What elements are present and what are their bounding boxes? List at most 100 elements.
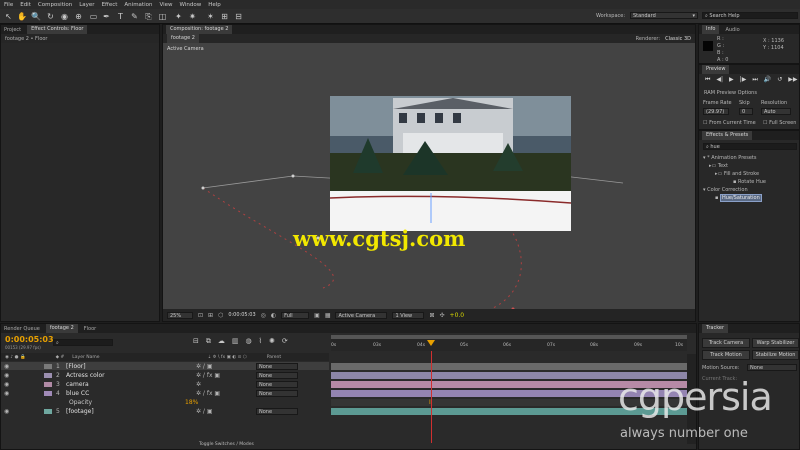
- skip-field[interactable]: 0: [739, 108, 753, 115]
- tree-item-hue-saturation[interactable]: ▪ Hue/Saturation: [703, 194, 797, 203]
- label-color[interactable]: [44, 372, 52, 378]
- eraser-tool-icon[interactable]: ◫: [158, 12, 167, 21]
- camera-snapshot-icon[interactable]: ◎: [261, 312, 266, 319]
- rotate-tool-icon[interactable]: ↻: [46, 12, 55, 21]
- view-axis-icon[interactable]: ⊟: [234, 12, 243, 21]
- toggle-switches-modes[interactable]: Toggle Switches / Modes: [199, 442, 254, 447]
- pen-tool-icon[interactable]: ✒: [102, 12, 111, 21]
- layer-switches-icon[interactable]: ✲ / ▣: [196, 408, 256, 415]
- menu-view[interactable]: View: [159, 2, 172, 8]
- brainstorm-icon[interactable]: ✺: [269, 337, 275, 346]
- search-help-field[interactable]: ⌕ Search Help: [702, 12, 798, 19]
- roto-brush-tool-icon[interactable]: ✦: [174, 12, 183, 21]
- tree-item-animation-presets[interactable]: ▾ * Animation Presets: [703, 155, 797, 163]
- effects-search-field[interactable]: ⌕ hue: [703, 143, 797, 150]
- layer-switches-icon[interactable]: ✲ / ▣: [196, 363, 256, 370]
- graph-editor-icon[interactable]: ⌇: [259, 337, 262, 346]
- menu-edit[interactable]: Edit: [20, 2, 31, 8]
- brush-tool-icon[interactable]: ✎: [130, 12, 139, 21]
- label-color[interactable]: [44, 390, 52, 396]
- track-motion-button[interactable]: Track Motion: [702, 350, 750, 360]
- footer-timecode[interactable]: 0:00:05:03: [228, 312, 255, 318]
- tree-item-text[interactable]: ▸▭ Text: [703, 163, 797, 171]
- time-ruler[interactable]: 0s 03s 04s 05s 06s 07s 08s 09s 10s: [331, 335, 687, 351]
- menu-layer[interactable]: Layer: [79, 2, 94, 8]
- view-camera-dropdown[interactable]: Active Camera: [335, 311, 388, 319]
- col-parent[interactable]: Parent: [267, 355, 281, 360]
- next-frame-icon[interactable]: |▶: [740, 76, 747, 84]
- visibility-icon[interactable]: ◉: [4, 390, 44, 397]
- camera-tool-icon[interactable]: ◉: [60, 12, 69, 21]
- composition-viewer[interactable]: Active Camera www.cgtsj.com: [163, 43, 695, 309]
- tab-audio[interactable]: Audio: [725, 27, 739, 33]
- mask-icon[interactable]: ⬡: [218, 312, 223, 319]
- type-tool-icon[interactable]: T: [116, 12, 125, 21]
- timeline-search-field[interactable]: ⌕: [53, 339, 113, 346]
- prev-frame-icon[interactable]: ◀|: [716, 76, 723, 84]
- tab-floor[interactable]: Floor: [84, 326, 96, 332]
- transparency-grid-icon[interactable]: ▦: [325, 312, 331, 319]
- parent-dropdown[interactable]: None: [256, 407, 298, 415]
- menu-effect[interactable]: Effect: [102, 2, 118, 8]
- layer-row[interactable]: ◉ 1 [Floor] ✲ / ▣ None: [1, 362, 329, 370]
- tab-info[interactable]: Info: [702, 25, 720, 34]
- layer-name[interactable]: [footage]: [66, 408, 196, 415]
- toggle-pixel-icon[interactable]: ⊠: [429, 312, 434, 319]
- live-update-icon[interactable]: ⟳: [282, 337, 288, 346]
- rectangle-tool-icon[interactable]: ▭: [89, 12, 98, 21]
- local-axis-icon[interactable]: ✶: [206, 12, 215, 21]
- play-icon[interactable]: ▶: [729, 76, 734, 84]
- ram-preview-options[interactable]: RAM Preview Options: [704, 90, 757, 96]
- frame-rate-dropdown[interactable]: (29.97): [703, 108, 729, 115]
- visibility-icon[interactable]: ◉: [4, 408, 44, 415]
- comp-tab-footage[interactable]: footage 2: [167, 34, 199, 43]
- last-frame-icon[interactable]: ⏭: [752, 76, 757, 84]
- col-layer-name[interactable]: Layer Name: [72, 355, 99, 360]
- show-channel-icon[interactable]: ◐: [271, 312, 276, 319]
- full-screen-checkbox[interactable]: ☐ Full Screen: [763, 120, 796, 126]
- zoom-tool-icon[interactable]: 🔍: [31, 12, 41, 21]
- menu-file[interactable]: File: [4, 2, 13, 8]
- from-current-time-checkbox[interactable]: ☐ From Current Time: [703, 120, 756, 126]
- region-icon[interactable]: ▣: [314, 312, 320, 319]
- ram-preview-icon[interactable]: ▶▶: [788, 76, 797, 84]
- pan-behind-tool-icon[interactable]: ⊕: [74, 12, 83, 21]
- shy-icon[interactable]: ☁: [218, 337, 225, 346]
- audio-icon[interactable]: 🔊: [764, 76, 771, 84]
- first-frame-icon[interactable]: ⏮: [705, 76, 710, 84]
- parent-dropdown[interactable]: None: [256, 371, 298, 379]
- tab-composition[interactable]: Composition: footage 2: [166, 25, 233, 34]
- tree-item-fill-stroke[interactable]: ▸▭ Fill and Stroke: [703, 171, 797, 179]
- resolution-dropdown[interactable]: Full: [281, 311, 310, 319]
- zoom-dropdown[interactable]: 25%: [167, 311, 193, 319]
- reset-exposure-icon[interactable]: ✣: [440, 312, 445, 319]
- views-dropdown[interactable]: 1 View: [392, 311, 425, 319]
- tab-project[interactable]: Project: [4, 27, 21, 33]
- label-color[interactable]: [44, 363, 52, 369]
- parent-dropdown[interactable]: None: [256, 362, 298, 370]
- workspace-dropdown[interactable]: Standard ▾: [630, 12, 698, 19]
- layer-switches-icon[interactable]: ✲ / fx ▣: [196, 372, 256, 379]
- opacity-value[interactable]: 18%: [185, 399, 198, 406]
- layer-name[interactable]: [Floor]: [66, 363, 196, 370]
- layer-row[interactable]: ◉ 3 camera ✲ None: [1, 380, 329, 388]
- frame-blending-icon[interactable]: ▥: [232, 337, 239, 346]
- layer-bar[interactable]: [331, 363, 687, 370]
- warp-stabilizer-button[interactable]: Warp Stabilizer: [752, 338, 799, 348]
- hand-tool-icon[interactable]: ✋: [17, 12, 27, 21]
- track-camera-button[interactable]: Track Camera: [702, 338, 750, 348]
- tree-item-rotate-hue[interactable]: ▪ Rotate Hue: [703, 179, 797, 187]
- motion-source-dropdown[interactable]: None: [747, 364, 797, 371]
- parent-dropdown[interactable]: None: [256, 380, 298, 388]
- timeline-timecode[interactable]: 0:00:05:03: [5, 335, 54, 344]
- menu-help[interactable]: Help: [208, 2, 221, 8]
- tab-footage-2[interactable]: footage 2: [45, 324, 78, 333]
- visibility-icon[interactable]: ◉: [4, 363, 44, 370]
- comp-mini-flowchart-icon[interactable]: ⊟: [193, 337, 199, 346]
- layer-switches-icon[interactable]: ✲: [196, 381, 256, 388]
- tab-preview[interactable]: Preview: [702, 65, 730, 74]
- visibility-icon[interactable]: ◉: [4, 381, 44, 388]
- loop-icon[interactable]: ↺: [777, 76, 782, 84]
- layer-name[interactable]: Actress color: [66, 372, 196, 379]
- motion-blur-icon[interactable]: ◍: [246, 337, 252, 346]
